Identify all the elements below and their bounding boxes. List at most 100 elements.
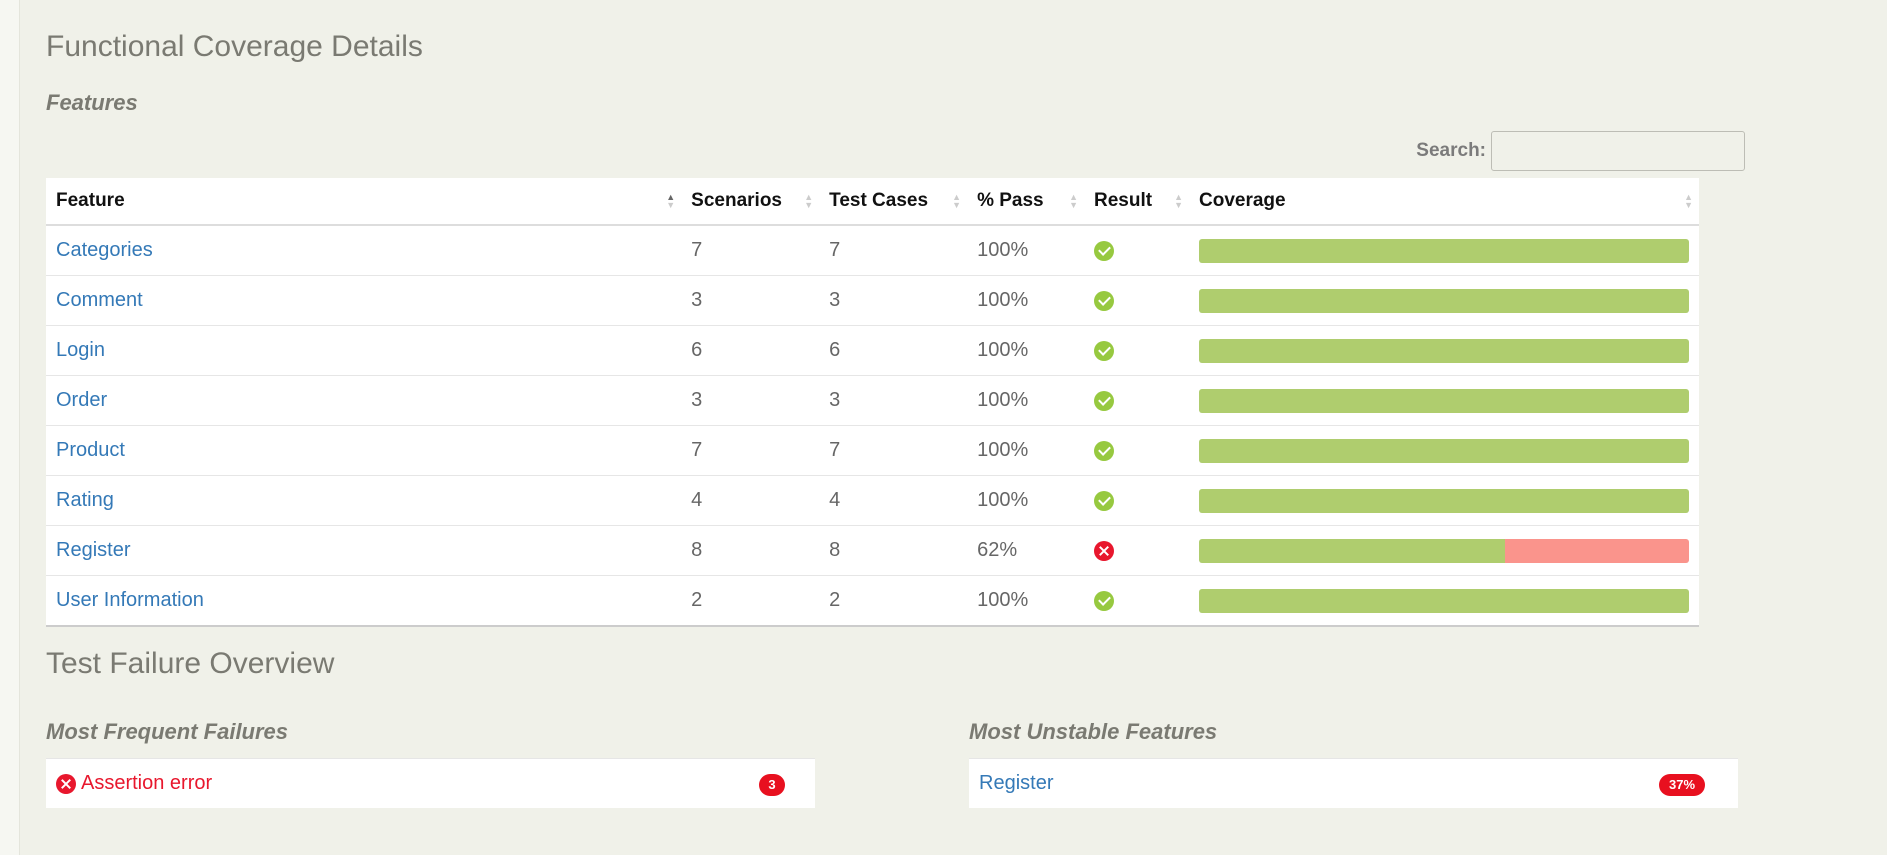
coverage-bar-pass [1199, 488, 1689, 513]
column-header-label: % Pass [977, 190, 1044, 211]
coverage-bar [1199, 238, 1689, 263]
coverage-cell [1189, 425, 1699, 476]
sort-icon: ▲ ▼ [666, 192, 676, 210]
search-box: Search: [1365, 129, 1745, 173]
search-input[interactable] [1491, 131, 1745, 171]
test-cases-cell: 7 [819, 425, 968, 476]
feature-link[interactable]: Comment [56, 289, 143, 311]
scenarios-cell: 7 [681, 425, 820, 476]
coverage-cell [1189, 275, 1699, 326]
coverage-cell [1189, 525, 1699, 576]
pass-pct-cell: 62% [967, 525, 1085, 576]
coverage-bar [1199, 588, 1689, 613]
coverage-cell [1189, 475, 1699, 526]
column-header-label: Feature [56, 190, 125, 211]
table-row: Rating 4 4 100% [46, 475, 1699, 526]
result-cell [1084, 525, 1189, 576]
test-cases-cell: 3 [819, 375, 968, 426]
feature-link[interactable]: Product [56, 439, 125, 461]
coverage-bar-pass [1199, 288, 1689, 313]
feature-link[interactable]: Categories [56, 239, 153, 261]
check-circle-icon [1094, 390, 1115, 411]
scenarios-cell: 8 [681, 525, 820, 576]
test-cases-cell: 4 [819, 475, 968, 526]
column-header-coverage[interactable]: Coverage ▲ ▼ [1189, 178, 1699, 226]
sort-icon: ▲ ▼ [952, 192, 962, 210]
feature-link[interactable]: Rating [56, 489, 114, 511]
coverage-cell [1189, 375, 1699, 426]
unstable-feature-link[interactable]: Register [979, 772, 1053, 795]
result-cell [1084, 575, 1189, 627]
search-label: Search: [1416, 140, 1486, 161]
features-table-body: Categories 7 7 100% Comment 3 3 100% Login 6 6 100%… [46, 224, 1699, 627]
coverage-title: Functional Coverage Details [46, 30, 423, 63]
pass-pct-cell: 100% [967, 475, 1085, 526]
test-cases-cell: 8 [819, 525, 968, 576]
table-row: Register 8 8 62% [46, 525, 1699, 576]
check-circle-icon [1094, 290, 1115, 311]
feature-link[interactable]: Order [56, 389, 107, 411]
feature-link[interactable]: Register [56, 539, 130, 561]
coverage-cell [1189, 325, 1699, 376]
sort-icon: ▲ ▼ [804, 192, 814, 210]
most-frequent-failures-title: Most Frequent Failures [46, 719, 289, 744]
test-cases-cell: 7 [819, 224, 968, 276]
feature-link[interactable]: User Information [56, 589, 204, 611]
table-row: Product 7 7 100% [46, 425, 1699, 476]
unstable-feature-item[interactable]: Register 37% [969, 758, 1738, 808]
coverage-cell [1189, 224, 1699, 276]
test-cases-cell: 3 [819, 275, 968, 326]
left-rail [0, 0, 20, 855]
features-subtitle: Features [46, 90, 138, 115]
table-row: Order 3 3 100% [46, 375, 1699, 426]
check-circle-icon [1094, 340, 1115, 361]
sort-icon: ▲ ▼ [1684, 192, 1693, 210]
table-row: Categories 7 7 100% [46, 224, 1699, 276]
column-header-label: Scenarios [691, 190, 782, 211]
pass-pct-cell: 100% [967, 224, 1085, 276]
coverage-bar [1199, 488, 1689, 513]
error-circle-icon [56, 773, 76, 794]
column-header-pass-pct[interactable]: % Pass ▲ ▼ [967, 178, 1085, 226]
coverage-bar-pass [1199, 588, 1689, 613]
feature-cell: Order [46, 375, 682, 426]
check-circle-icon [1094, 490, 1115, 511]
scenarios-cell: 4 [681, 475, 820, 526]
coverage-bar [1199, 438, 1689, 463]
column-header-scenarios[interactable]: Scenarios ▲ ▼ [681, 178, 820, 226]
error-circle-icon [1094, 540, 1115, 561]
table-row: Login 6 6 100% [46, 325, 1699, 376]
table-header-row: Feature ▲ ▼ Scenarios ▲ ▼ Test Cases ▲ ▼ % … [46, 178, 1699, 226]
check-circle-icon [1094, 440, 1115, 461]
scenarios-cell: 6 [681, 325, 820, 376]
sort-icon: ▲ ▼ [1069, 192, 1079, 210]
column-header-test-cases[interactable]: Test Cases ▲ ▼ [819, 178, 968, 226]
scenarios-cell: 3 [681, 375, 820, 426]
scenarios-cell: 3 [681, 275, 820, 326]
column-header-result[interactable]: Result ▲ ▼ [1084, 178, 1189, 226]
scenarios-cell: 7 [681, 224, 820, 276]
feature-link[interactable]: Login [56, 339, 105, 361]
column-header-label: Test Cases [829, 190, 929, 211]
feature-cell: Register [46, 525, 682, 576]
column-header-feature[interactable]: Feature ▲ ▼ [46, 178, 682, 226]
coverage-bar-pass [1199, 238, 1689, 263]
table-row: User Information 2 2 100% [46, 575, 1699, 627]
coverage-bar-pass [1199, 338, 1689, 363]
pass-pct-cell: 100% [967, 375, 1085, 426]
pass-pct-cell: 100% [967, 425, 1085, 476]
coverage-cell [1189, 575, 1699, 627]
feature-cell: Comment [46, 275, 682, 326]
failure-overview-title: Test Failure Overview [46, 647, 335, 680]
features-table: Feature ▲ ▼ Scenarios ▲ ▼ Test Cases ▲ ▼ % … [46, 178, 1699, 627]
feature-cell: Product [46, 425, 682, 476]
sort-icon: ▲ ▼ [1174, 192, 1183, 210]
feature-cell: Login [46, 325, 682, 376]
table-row: Comment 3 3 100% [46, 275, 1699, 326]
pass-pct-cell: 100% [967, 275, 1085, 326]
frequent-failure-item[interactable]: Assertion error 3 [46, 758, 815, 808]
failure-count-badge: 3 [759, 774, 785, 796]
result-cell [1084, 224, 1189, 276]
feature-cell: User Information [46, 575, 682, 627]
failure-label[interactable]: Assertion error [81, 772, 212, 795]
